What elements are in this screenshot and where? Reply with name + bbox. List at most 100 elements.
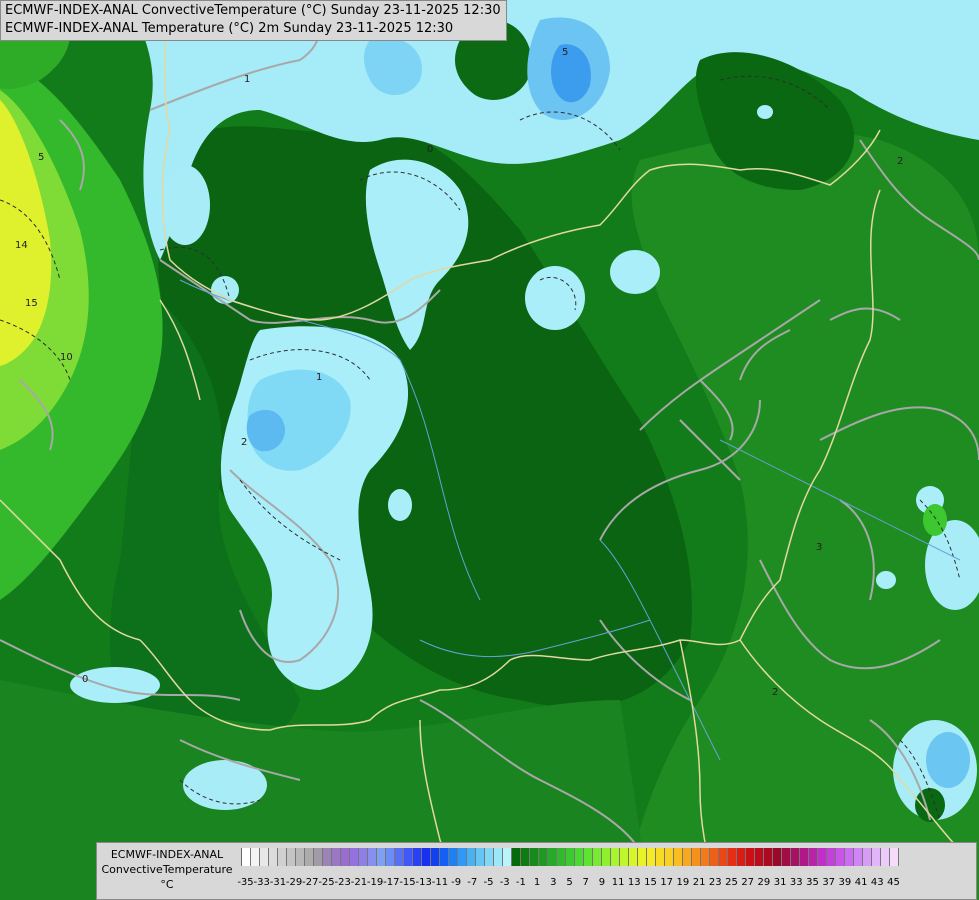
legend-swatch	[719, 848, 728, 866]
legend-swatch	[827, 848, 836, 866]
legend-swatch	[710, 848, 719, 866]
legend-swatch	[386, 848, 395, 866]
legend-tick-label: 1	[533, 877, 541, 888]
legend-swatch	[368, 848, 377, 866]
mid-blue-patch-southeast	[926, 732, 970, 788]
legend-swatch	[548, 848, 557, 866]
legend-tick-label: 31	[773, 877, 787, 888]
legend-swatch	[863, 848, 872, 866]
legend-tick-label: 37	[822, 877, 836, 888]
legend-swatch	[476, 848, 485, 866]
contour-label: 2	[241, 437, 247, 448]
legend-tick-label: 9	[598, 877, 606, 888]
weather-map: 1 0 2 2 3 5 14 15 10 5 1 0 2	[0, 0, 979, 900]
legend-swatch	[539, 848, 548, 866]
legend-swatch	[242, 848, 251, 866]
legend-tick-label: 39	[838, 877, 852, 888]
green-patch-east	[923, 504, 947, 536]
legend-swatch	[620, 848, 629, 866]
legend-tick-label: -13	[415, 877, 432, 888]
legend-swatch	[782, 848, 791, 866]
legend-tick-label: 25	[725, 877, 738, 888]
legend-swatch	[602, 848, 611, 866]
legend-tick-label: -29	[285, 877, 303, 888]
legend-title-model: ECMWF-INDEX-ANAL	[110, 848, 224, 861]
legend-tick-label: 5	[566, 877, 573, 888]
legend-swatch	[494, 848, 503, 866]
legend-swatch	[638, 848, 647, 866]
contour-label: 14	[15, 240, 28, 251]
legend-swatch	[881, 848, 890, 866]
legend-swatch	[683, 848, 692, 866]
legend-tick-label: -3	[499, 877, 510, 888]
legend-tick-label: 13	[627, 877, 641, 888]
legend-swatch	[341, 848, 350, 866]
legend-title-variable: ConvectiveTemperature	[101, 863, 233, 876]
title-line-temperature: ECMWF-INDEX-ANAL Temperature (°C) 2m Sun…	[5, 21, 454, 36]
contour-label: 1	[244, 74, 250, 85]
legend-swatch	[440, 848, 449, 866]
legend-swatch	[512, 848, 521, 866]
legend-ticks: -35 -33 -31 -29 -27 -25 -23 -21 -19 -17 -15 -13 -11-…	[237, 877, 971, 891]
legend-swatch	[557, 848, 566, 866]
legend-swatch	[809, 848, 818, 866]
legend-swatch	[269, 848, 278, 866]
legend-tick-label: -15	[399, 877, 416, 888]
legend-tick-label: 27	[741, 877, 755, 888]
legend-swatch	[377, 848, 386, 866]
legend-swatch	[359, 848, 368, 866]
legend-swatch	[701, 848, 710, 866]
legend-swatch	[332, 848, 341, 866]
legend-tick-label: -5	[483, 877, 494, 888]
legend-swatch	[467, 848, 476, 866]
legend-tick-label: 19	[676, 877, 690, 888]
legend-swatch	[737, 848, 746, 866]
legend-swatch	[611, 848, 620, 866]
legend-tick-label: 23	[708, 877, 722, 888]
legend-swatch	[728, 848, 737, 866]
light-blue-patch-east-2	[876, 571, 896, 589]
contour-label: 1	[316, 372, 322, 383]
light-blue-patch-left	[211, 276, 239, 304]
legend-swatch	[404, 848, 413, 866]
legend-tick-label: -25	[318, 877, 335, 888]
legend-tick-label: -19	[366, 877, 384, 888]
legend-tick-label: 21	[692, 877, 706, 888]
legend-swatch	[656, 848, 665, 866]
legend-tick-label: 3	[550, 877, 557, 888]
legend-tick-label: 33	[789, 877, 803, 888]
legend-swatch	[287, 848, 296, 866]
legend-title: ECMWF-INDEX-ANAL ConvectiveTemperature °…	[99, 847, 235, 892]
legend-swatch	[395, 848, 404, 866]
legend-unit: °C	[160, 878, 174, 891]
light-blue-patch-southwest	[70, 667, 160, 703]
light-blue-patch-east	[610, 250, 660, 294]
legend-swatch	[647, 848, 656, 866]
legend-tick-label: 7	[582, 877, 589, 888]
contour-label: 10	[60, 352, 73, 363]
legend-swatch	[800, 848, 809, 866]
contour-label: 2	[897, 156, 903, 167]
legend-tick-label: -21	[350, 877, 368, 888]
contour-label: 3	[816, 542, 822, 553]
contour-label: 2	[772, 687, 778, 698]
legend-tick-label: -23	[334, 877, 351, 888]
legend-tick-label: 41	[854, 877, 868, 888]
legend-swatch	[575, 848, 584, 866]
legend-swatch	[818, 848, 827, 866]
legend-tick-label: -31	[269, 877, 287, 888]
legend-swatch	[746, 848, 755, 866]
legend-tick-label: -11	[431, 877, 449, 888]
legend-swatch	[296, 848, 305, 866]
legend-swatch	[566, 848, 575, 866]
light-blue-patch-west	[160, 165, 210, 245]
legend-tick-label: 11	[611, 877, 625, 888]
legend-swatch	[413, 848, 422, 866]
legend-swatch	[836, 848, 845, 866]
legend-swatch	[692, 848, 701, 866]
light-blue-patch-far-north	[757, 105, 773, 119]
legend-swatch	[314, 848, 323, 866]
legend-swatch	[431, 848, 440, 866]
legend-swatch	[260, 848, 269, 866]
legend-swatch	[791, 848, 800, 866]
